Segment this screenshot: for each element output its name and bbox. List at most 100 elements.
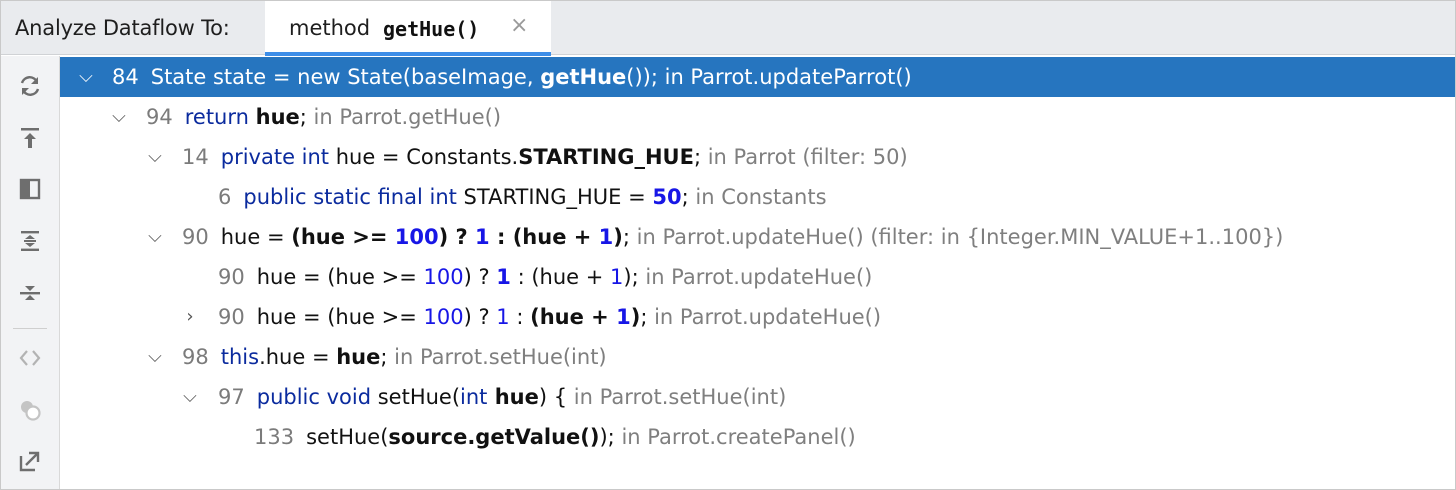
code-text: hue = (hue >=: [256, 305, 424, 329]
code-brackets-icon[interactable]: [11, 339, 49, 377]
chevron-down-icon[interactable]: ⌵: [76, 57, 96, 97]
usage-context: in Parrot.createPanel(): [614, 425, 856, 449]
chevron-down-icon[interactable]: ⌵: [145, 217, 165, 257]
tree-row-content: 14 private int hue = Constants.STARTING_H…: [182, 137, 908, 177]
code-keyword: public static final int: [243, 185, 457, 209]
tree-row[interactable]: 90 hue = (hue >= 100) ? 1 : (hue + 1); in…: [60, 257, 1455, 297]
code-text: hue = Constants.: [329, 145, 519, 169]
usage-context: in Parrot.updateHue(): [638, 265, 873, 289]
code-text: STARTING_HUE =: [456, 185, 653, 209]
tree-row-content: 97 public void setHue(int hue) { in Parro…: [218, 377, 786, 417]
code-text: ;: [622, 225, 630, 249]
code-highlight: hue: [336, 345, 381, 369]
usage-context: in Parrot.updateHue(): [647, 305, 882, 329]
code-text: ()); in Parrot.updateParrot(): [626, 65, 912, 89]
usage-context: in Parrot.getHue(): [306, 105, 502, 129]
chevron-right-icon[interactable]: ›: [180, 297, 200, 337]
line-number: 14: [182, 145, 209, 169]
code-text: setHue(: [371, 385, 461, 409]
code-text: .hue =: [259, 345, 337, 369]
code-highlight: ) ?: [438, 225, 476, 249]
tab-label-method: getHue(): [383, 17, 480, 41]
tree-row[interactable]: ⌵ 14 private int hue = Constants.STARTING…: [60, 137, 1455, 177]
chevron-down-icon[interactable]: ⌵: [180, 377, 200, 417]
tree-row[interactable]: ⌵ 94 return hue; in Parrot.getHue(): [60, 97, 1455, 137]
tree-row-content: 98 this.hue = hue; in Parrot.setHue(int): [182, 337, 607, 377]
chevron-down-icon[interactable]: ⌵: [145, 137, 165, 177]
line-number: 6: [218, 185, 232, 209]
line-number: 90: [218, 305, 245, 329]
tree-row-content: 133 setHue(source.getValue()); in Parrot.…: [254, 417, 856, 457]
tool-window-title: Analyze Dataflow To:: [15, 16, 230, 40]
code-highlight: ): [630, 305, 641, 329]
code-keyword: return: [184, 105, 249, 129]
left-toolbar: [1, 56, 60, 489]
dataflow-tree: ⌵ 84 State state = new State(baseImage, g…: [60, 56, 1455, 489]
tab-label-prefix: method: [289, 16, 371, 40]
toolbar-separator: [13, 328, 47, 329]
code-keyword: public void: [256, 385, 372, 409]
close-icon[interactable]: ×: [510, 13, 528, 38]
tool-window-header: Analyze Dataflow To: method getHue() ×: [1, 1, 1455, 56]
code-highlight: source.getValue(): [388, 425, 600, 449]
line-number: 94: [146, 105, 173, 129]
refresh-icon[interactable]: [11, 67, 49, 105]
code-text: : (hue +: [510, 265, 611, 289]
code-keyword: this: [220, 345, 260, 369]
code-highlight: (hue +: [530, 305, 617, 329]
usage-context: in Parrot.setHue(int): [387, 345, 607, 369]
code-number: 100: [423, 265, 464, 289]
navigate-out-icon[interactable]: [11, 442, 49, 480]
code-number: 1: [496, 305, 510, 329]
line-number: 97: [218, 385, 245, 409]
tree-row[interactable]: ⌵ 97 public void setHue(int hue) { in Par…: [60, 377, 1455, 417]
line-number: 90: [218, 265, 245, 289]
code-text: );: [599, 425, 615, 449]
code-text: ) {: [538, 385, 568, 409]
preview-panel-icon[interactable]: [11, 170, 49, 208]
code-number: 1: [610, 265, 624, 289]
code-text: ) ?: [463, 305, 497, 329]
tree-row-content: 94 return hue; in Parrot.getHue(): [146, 97, 501, 137]
code-text: State state = new State(baseImage,: [150, 65, 541, 89]
expand-all-icon[interactable]: [11, 222, 49, 260]
code-text: hue = (hue >=: [256, 265, 424, 289]
tree-row-content: 90 hue = (hue >= 100) ? 1 : (hue + 1); in…: [182, 217, 1283, 257]
usage-context: in Parrot.updateHue() (filter: in {Integ…: [629, 225, 1284, 249]
code-text: setHue(: [306, 425, 389, 449]
export-icon[interactable]: [11, 119, 49, 157]
code-number: 100: [423, 305, 464, 329]
code-number: 50: [652, 185, 682, 209]
code-number: 1: [496, 265, 511, 289]
collapse-all-icon[interactable]: [11, 274, 49, 312]
tree-row-selected[interactable]: ⌵ 84 State state = new State(baseImage, g…: [60, 57, 1455, 97]
line-number: 84: [112, 65, 139, 89]
code-keyword: int: [460, 385, 488, 409]
code-text: hue =: [220, 225, 292, 249]
code-highlight: (hue >=: [291, 225, 395, 249]
usage-context: in Constants: [688, 185, 827, 209]
tree-row[interactable]: 133 setHue(source.getValue()); in Parrot.…: [60, 417, 1455, 457]
tree-row[interactable]: ⌵ 90 hue = (hue >= 100) ? 1 : (hue + 1); …: [60, 217, 1455, 257]
tree-row-content: 90 hue = (hue >= 100) ? 1 : (hue + 1); in…: [218, 297, 881, 337]
tree-row[interactable]: › 90 hue = (hue >= 100) ? 1 : (hue + 1); …: [60, 297, 1455, 337]
code-text: ;: [299, 105, 307, 129]
code-text: );: [623, 265, 639, 289]
code-number: 1: [616, 305, 631, 329]
line-number: 133: [254, 425, 295, 449]
code-text: ) ?: [463, 265, 497, 289]
tree-row-content: 6 public static final int STARTING_HUE = …: [218, 177, 827, 217]
tree-row[interactable]: ⌵ 98 this.hue = hue; in Parrot.setHue(int…: [60, 337, 1455, 377]
chevron-down-icon[interactable]: ⌵: [109, 97, 129, 137]
code-text: :: [509, 305, 531, 329]
tab-method-gethue[interactable]: method getHue() ×: [265, 1, 551, 56]
code-number: 100: [394, 225, 439, 249]
code-text: ;: [693, 145, 702, 169]
chevron-down-icon[interactable]: ⌵: [145, 337, 165, 377]
code-number: 1: [598, 225, 614, 249]
line-number: 98: [182, 345, 209, 369]
tree-row[interactable]: 6 public static final int STARTING_HUE = …: [60, 177, 1455, 217]
code-highlight: getHue: [540, 65, 627, 89]
group-icon[interactable]: [11, 391, 49, 429]
usage-context: in Parrot (filter: 50): [701, 145, 908, 169]
